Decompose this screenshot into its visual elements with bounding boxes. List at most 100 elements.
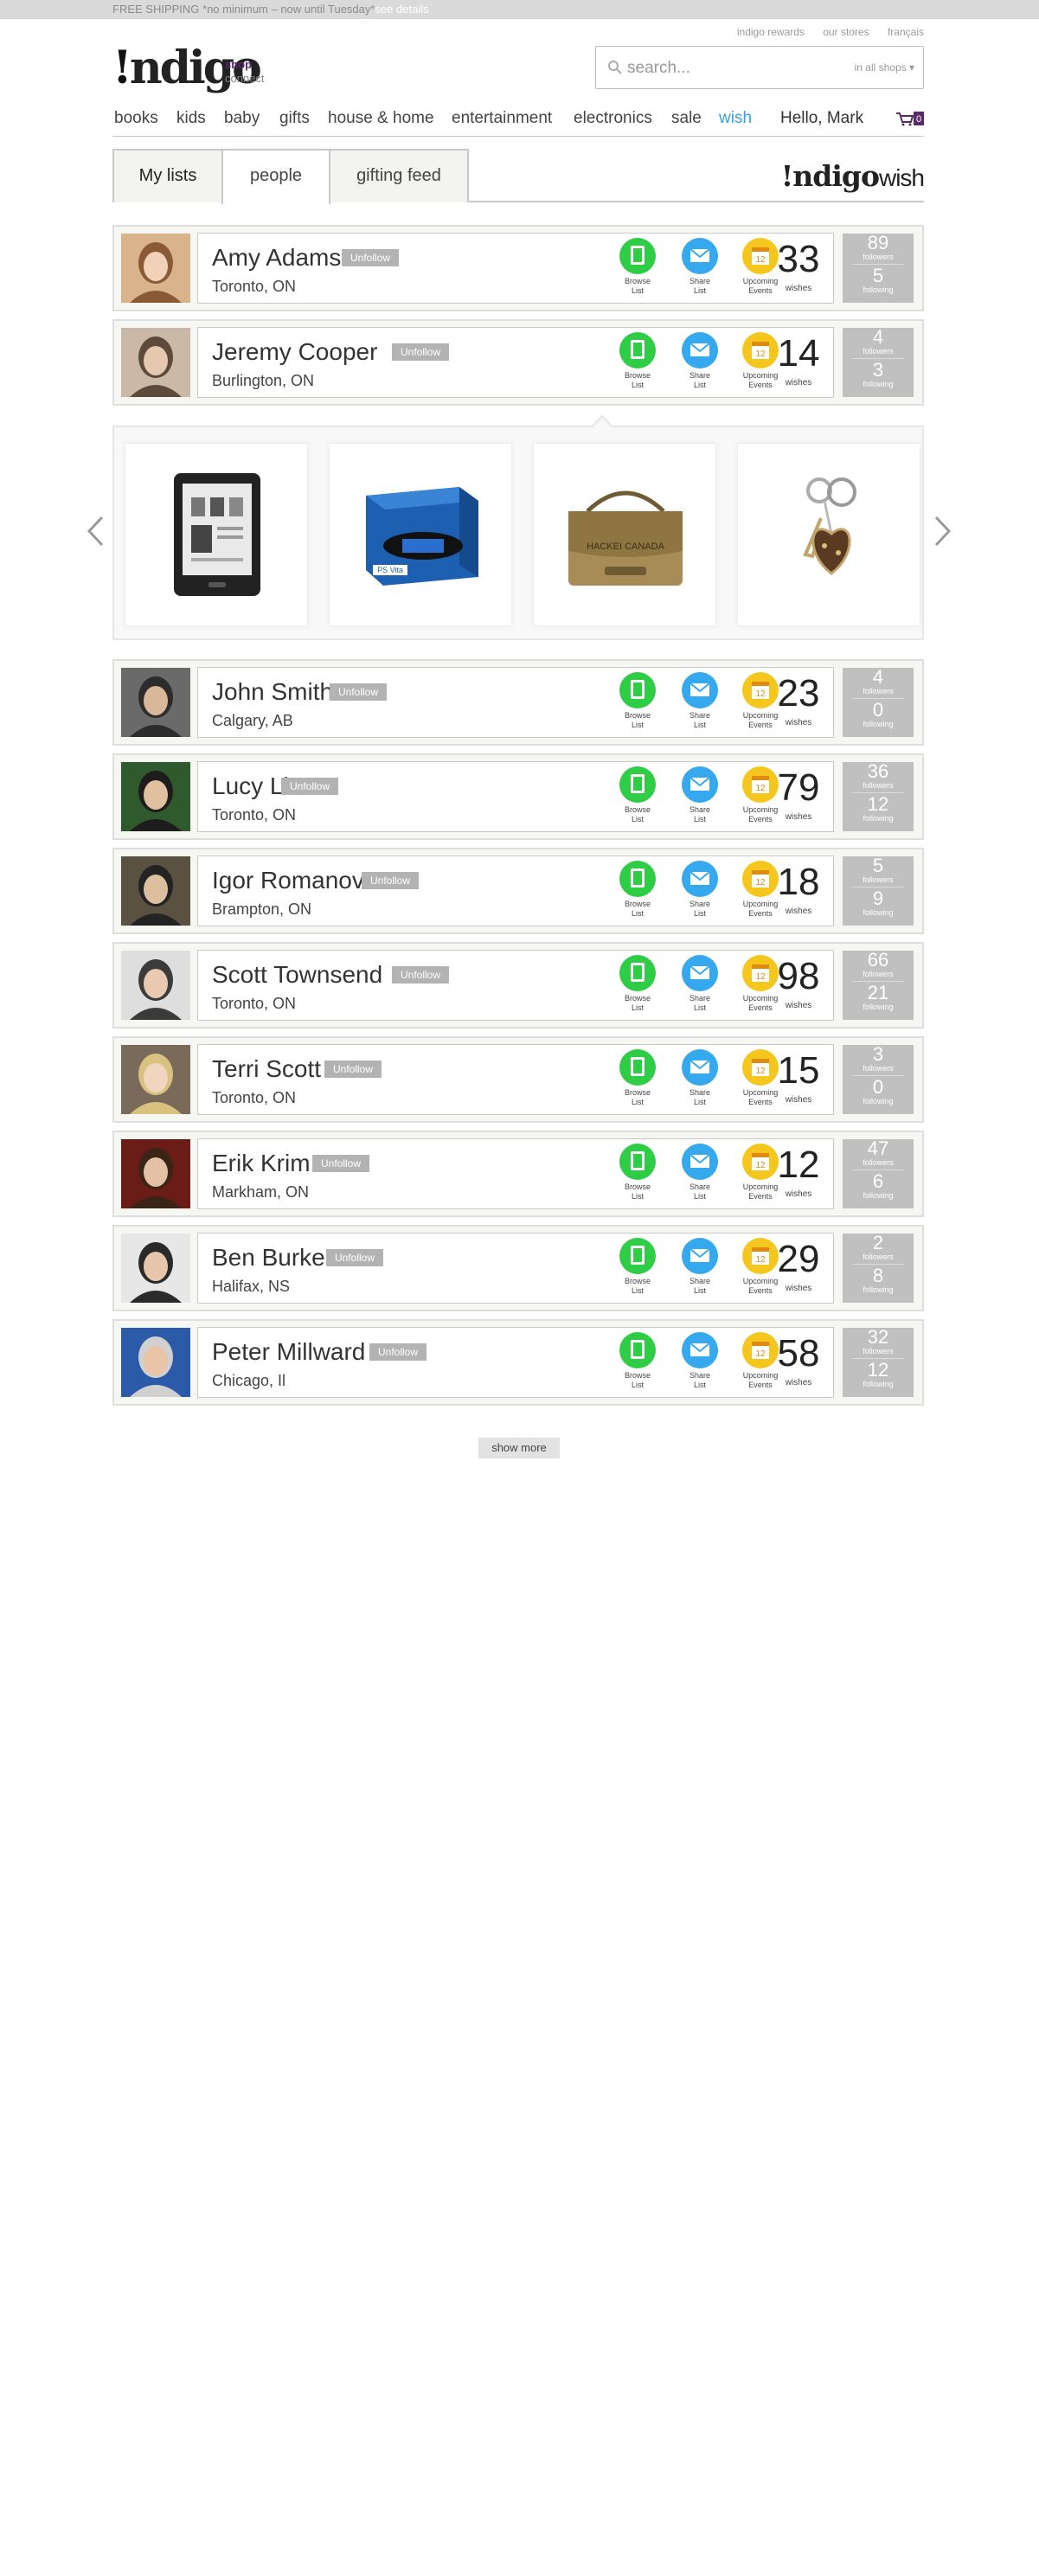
share-list-button[interactable]: Share List — [674, 860, 726, 919]
avatar[interactable] — [121, 234, 190, 303]
browse-list-button[interactable]: Browse List — [612, 860, 664, 919]
nav-wish[interactable]: wish — [719, 109, 752, 128]
browse-list-button[interactable]: Browse List — [612, 1237, 664, 1296]
browse-list-button[interactable]: Browse List — [612, 1143, 664, 1201]
francais-link[interactable]: français — [888, 26, 924, 38]
follow-stats[interactable]: 4 followers 0 following — [843, 668, 914, 737]
browse-list-button[interactable]: Browse List — [612, 1331, 664, 1390]
unfollow-button[interactable]: Unfollow — [362, 872, 420, 889]
connect-link[interactable]: connect — [225, 72, 265, 86]
nav-electronics[interactable]: electronics — [574, 109, 652, 128]
tab-people[interactable]: people — [221, 149, 330, 204]
promo-details-link[interactable]: see details — [375, 3, 428, 16]
share-list-button[interactable]: Share List — [674, 331, 726, 390]
person-name[interactable]: Jeremy Cooper — [212, 338, 377, 366]
follow-stats[interactable]: 5 followers 9 following — [843, 856, 914, 926]
nav-entertainment[interactable]: entertainment — [452, 109, 552, 128]
unfollow-button[interactable]: Unfollow — [392, 343, 450, 361]
wishes-count[interactable]: 58 wishes — [773, 1330, 824, 1388]
follow-stats[interactable]: 66 followers 21 following — [843, 951, 914, 1020]
nav-books[interactable]: books — [114, 109, 158, 128]
unfollow-button[interactable]: Unfollow — [369, 1343, 427, 1361]
person-name[interactable]: John Smith — [212, 678, 333, 706]
person-name[interactable]: Ben Burke — [212, 1244, 325, 1272]
avatar[interactable] — [121, 856, 190, 926]
person-name[interactable]: Terri Scott — [212, 1055, 321, 1083]
follow-stats[interactable]: 32 followers 12 following — [843, 1328, 914, 1397]
follow-stats[interactable]: 3 followers 0 following — [843, 1045, 914, 1114]
carousel-prev-arrow[interactable] — [87, 516, 104, 547]
share-list-button[interactable]: Share List — [674, 766, 726, 824]
avatar[interactable] — [121, 1328, 190, 1397]
indigo-rewards-link[interactable]: indigo rewards — [737, 26, 805, 38]
wishes-count[interactable]: 29 wishes — [773, 1235, 824, 1294]
unfollow-button[interactable]: Unfollow — [281, 778, 339, 795]
share-list-button[interactable]: Share List — [674, 954, 726, 1013]
unfollow-button[interactable]: Unfollow — [330, 683, 388, 701]
share-list-button[interactable]: Share List — [674, 1143, 726, 1201]
avatar[interactable] — [121, 762, 190, 831]
person-name[interactable]: Peter Millward — [212, 1338, 365, 1366]
cart-icon[interactable]: 0 — [895, 111, 924, 126]
carousel-item-ps-vita[interactable]: PS Vita — [329, 443, 512, 626]
nav-kids[interactable]: kids — [176, 109, 206, 128]
nav-baby[interactable]: baby — [224, 109, 260, 128]
person-name[interactable]: Lucy Li — [212, 772, 289, 800]
our-stores-link[interactable]: our stores — [823, 26, 869, 38]
unfollow-button[interactable]: Unfollow — [312, 1155, 370, 1172]
avatar[interactable] — [121, 328, 190, 397]
indigo-logo[interactable]: !ndigo — [112, 42, 262, 94]
nav-hello-user[interactable]: Hello, Mark — [780, 109, 863, 128]
search-box[interactable]: search... in all shops ▾ — [595, 46, 924, 89]
carousel-next-arrow[interactable] — [934, 516, 952, 547]
unfollow-button[interactable]: Unfollow — [324, 1061, 382, 1078]
share-list-button[interactable]: Share List — [674, 237, 726, 296]
wishes-count[interactable]: 79 wishes — [773, 764, 824, 823]
search-input[interactable]: search... — [627, 59, 690, 78]
show-more-button[interactable]: show more — [478, 1438, 560, 1458]
person-name[interactable]: Amy Adams — [212, 244, 341, 272]
browse-list-button[interactable]: Browse List — [612, 766, 664, 824]
browse-list-button[interactable]: Browse List — [612, 331, 664, 390]
wishes-count[interactable]: 14 wishes — [773, 330, 824, 388]
follow-stats[interactable]: 2 followers 8 following — [843, 1234, 914, 1303]
avatar[interactable] — [121, 951, 190, 1020]
wishes-count[interactable]: 98 wishes — [773, 952, 824, 1011]
share-list-button[interactable]: Share List — [674, 1331, 726, 1390]
tab-my-lists[interactable]: My lists — [112, 149, 223, 202]
share-list-button[interactable]: Share List — [674, 1048, 726, 1107]
share-list-button[interactable]: Share List — [674, 671, 726, 730]
follow-stats[interactable]: 89 followers 5 following — [843, 234, 914, 303]
share-list-button[interactable]: Share List — [674, 1237, 726, 1296]
carousel-item-keychain[interactable] — [737, 443, 920, 626]
follow-stats[interactable]: 47 followers 6 following — [843, 1139, 914, 1208]
browse-list-button[interactable]: Browse List — [612, 1048, 664, 1107]
browse-list-button[interactable]: Browse List — [612, 671, 664, 730]
unfollow-button[interactable]: Unfollow — [392, 966, 450, 984]
person-name[interactable]: Erik Krim — [212, 1150, 311, 1177]
shop-link[interactable]: shop — [225, 58, 265, 72]
unfollow-button[interactable]: Unfollow — [342, 249, 400, 266]
nav-sale[interactable]: sale — [671, 109, 702, 128]
wishes-count[interactable]: 33 wishes — [773, 235, 824, 294]
avatar[interactable] — [121, 1234, 190, 1303]
person-name[interactable]: Scott Townsend — [212, 961, 382, 989]
tab-gifting-feed[interactable]: gifting feed — [329, 149, 469, 202]
person-name[interactable]: Igor Romanov — [212, 867, 364, 894]
carousel-item-messenger-bag[interactable]: HACKEI CANADA — [533, 443, 716, 626]
browse-list-button[interactable]: Browse List — [612, 237, 664, 296]
carousel-item-ereader[interactable] — [125, 443, 308, 626]
unfollow-button[interactable]: Unfollow — [326, 1249, 384, 1266]
avatar[interactable] — [121, 1139, 190, 1208]
nav-gifts[interactable]: gifts — [279, 109, 310, 128]
follow-stats[interactable]: 4 followers 3 following — [843, 328, 914, 397]
wishes-count[interactable]: 15 wishes — [773, 1047, 824, 1105]
avatar[interactable] — [121, 668, 190, 737]
browse-list-button[interactable]: Browse List — [612, 954, 664, 1013]
wishes-count[interactable]: 23 wishes — [773, 670, 824, 728]
nav-house-home[interactable]: house & home — [328, 109, 434, 128]
wishes-count[interactable]: 18 wishes — [773, 858, 824, 917]
wishes-count[interactable]: 12 wishes — [773, 1141, 824, 1200]
follow-stats[interactable]: 36 followers 12 following — [843, 762, 914, 831]
avatar[interactable] — [121, 1045, 190, 1114]
